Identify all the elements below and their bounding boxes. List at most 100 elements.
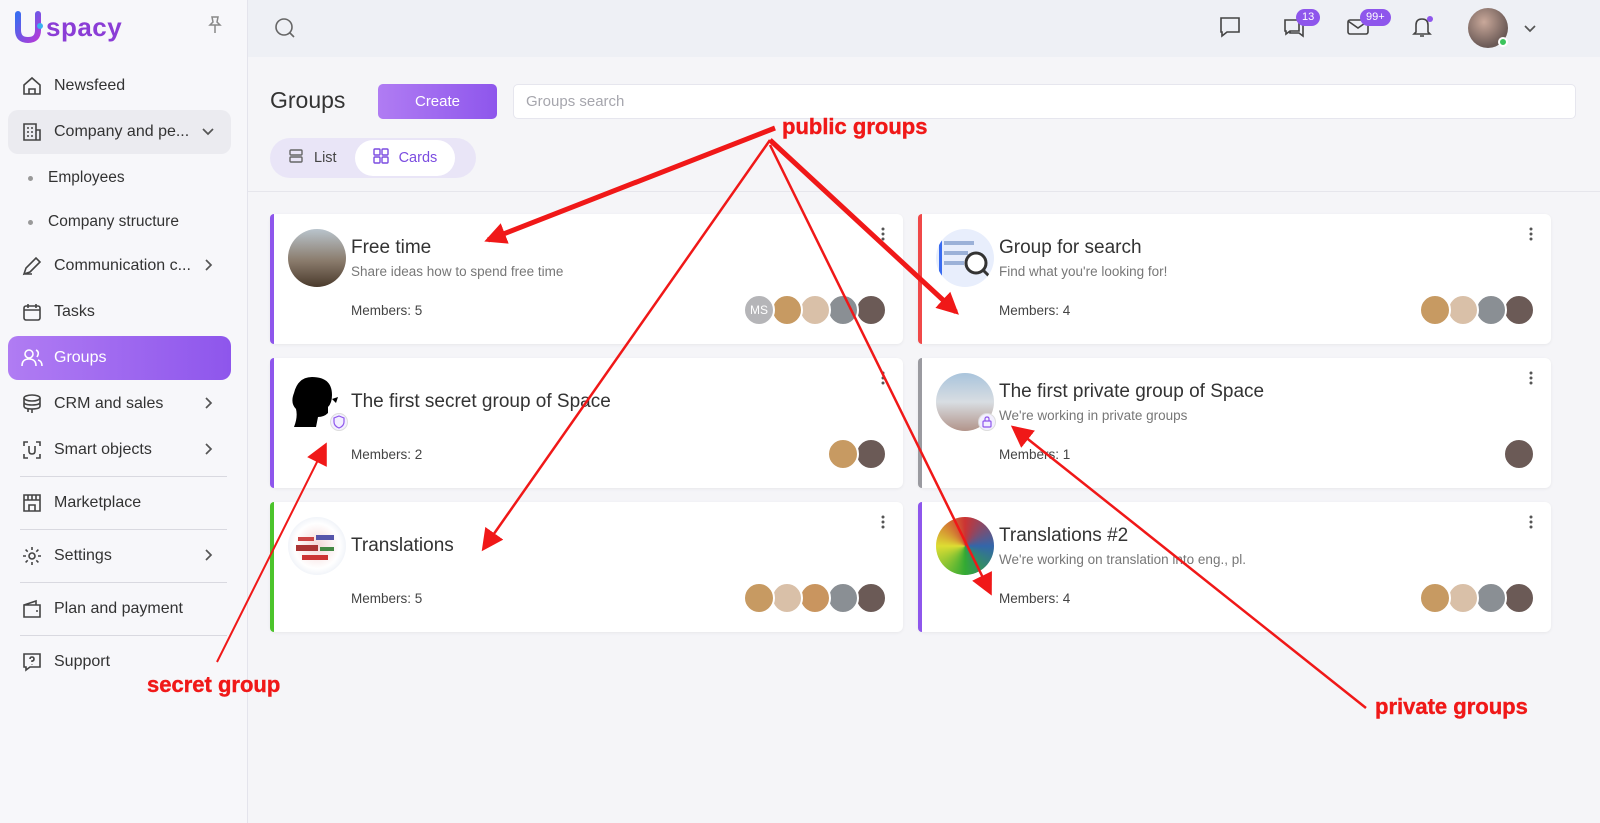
member-avatar[interactable] <box>1503 438 1535 470</box>
member-avatar[interactable] <box>771 294 803 326</box>
group-card-group-for-search[interactable]: Group for search Find what you're lookin… <box>918 214 1551 344</box>
more-icon[interactable] <box>1529 227 1533 241</box>
member-avatar[interactable] <box>855 438 887 470</box>
card-accent <box>270 358 274 488</box>
sidebar-item-label: Tasks <box>54 303 95 320</box>
member-avatar[interactable] <box>827 294 859 326</box>
user-avatar[interactable] <box>1468 8 1508 48</box>
member-avatar[interactable] <box>1447 582 1479 614</box>
member-avatar[interactable] <box>1475 294 1507 326</box>
group-description: Share ideas how to spend free time <box>351 264 564 279</box>
member-avatar[interactable]: MS <box>743 294 775 326</box>
group-card-private-group[interactable]: The first private group of Space We're w… <box>918 358 1551 488</box>
bell-icon[interactable] <box>1410 15 1436 41</box>
divider <box>20 635 227 636</box>
annotation-public-groups: public groups <box>782 114 928 139</box>
logo-text: spacy <box>46 11 123 42</box>
sidebar-item-crm[interactable]: CRM and sales <box>8 382 231 426</box>
pin-icon[interactable] <box>207 16 223 34</box>
card-accent <box>270 214 274 344</box>
sidebar-item-label: Plan and payment <box>54 600 183 617</box>
group-card-translations[interactable]: Translations Members: 5 <box>270 502 903 632</box>
mail-icon[interactable]: 99+ <box>1346 9 1391 41</box>
chat-icon[interactable] <box>1218 15 1244 41</box>
sidebar-item-marketplace[interactable]: Marketplace <box>8 481 231 525</box>
sidebar-item-communication[interactable]: Communication c... <box>8 244 231 288</box>
grid-icon <box>372 148 389 168</box>
card-accent <box>270 502 274 632</box>
group-avatar <box>936 517 994 575</box>
more-icon[interactable] <box>1529 371 1533 385</box>
group-card-free-time[interactable]: Free time Share ideas how to spend free … <box>270 214 903 344</box>
view-list-button[interactable]: List <box>270 140 355 176</box>
member-avatars <box>827 438 887 470</box>
bullet-dot <box>28 175 33 181</box>
group-name[interactable]: The first private group of Space <box>999 381 1264 403</box>
view-toggle: List Cards <box>270 138 476 178</box>
group-name[interactable]: Free time <box>351 237 431 259</box>
group-name[interactable]: Translations <box>351 535 454 557</box>
member-avatar[interactable] <box>855 294 887 326</box>
sidebar-item-label: Smart objects <box>54 441 152 458</box>
chevron-down-icon <box>201 124 215 138</box>
member-avatars <box>1419 582 1535 614</box>
member-avatar[interactable] <box>1503 294 1535 326</box>
chat-badge: 13 <box>1296 9 1321 26</box>
gear-icon <box>21 545 43 567</box>
logo[interactable]: spacy <box>14 10 122 44</box>
sidebar-item-newsfeed[interactable]: Newsfeed <box>8 64 231 108</box>
more-icon[interactable] <box>881 515 885 529</box>
member-avatar[interactable] <box>771 582 803 614</box>
sidebar-item-groups[interactable]: Groups <box>8 336 231 380</box>
group-name[interactable]: Translations #2 <box>999 525 1128 547</box>
member-avatar[interactable] <box>1447 294 1479 326</box>
chevron-right-icon <box>201 396 215 410</box>
sidebar-item-label: Groups <box>54 349 107 366</box>
group-name[interactable]: The first secret group of Space <box>351 391 611 413</box>
users-icon <box>21 347 43 369</box>
group-avatar <box>288 229 346 287</box>
member-avatar[interactable] <box>1503 582 1535 614</box>
search-icon[interactable] <box>274 17 296 39</box>
more-icon[interactable] <box>881 371 885 385</box>
group-description: We're working in private groups <box>999 408 1188 423</box>
sidebar-item-plan[interactable]: Plan and payment <box>8 587 231 631</box>
sidebar-item-company[interactable]: Company and pe... <box>8 110 231 154</box>
shield-icon <box>330 413 348 431</box>
conversations-icon[interactable]: 13 <box>1282 9 1321 41</box>
member-avatar[interactable] <box>1475 582 1507 614</box>
group-avatar <box>288 373 348 431</box>
member-avatar[interactable] <box>827 582 859 614</box>
group-name[interactable]: Group for search <box>999 237 1142 259</box>
member-avatar[interactable] <box>855 582 887 614</box>
members-count: Members: 5 <box>351 303 423 318</box>
group-card-translations-2[interactable]: Translations #2 We're working on transla… <box>918 502 1551 632</box>
sidebar-item-settings[interactable]: Settings <box>8 534 231 578</box>
groups-search-input[interactable] <box>513 84 1576 119</box>
member-avatar[interactable] <box>1419 294 1451 326</box>
more-icon[interactable] <box>881 227 885 241</box>
member-avatar[interactable] <box>743 582 775 614</box>
member-avatar[interactable] <box>799 582 831 614</box>
group-description: We're working on translation into eng., … <box>999 552 1246 567</box>
member-avatar[interactable] <box>1419 582 1451 614</box>
member-avatar[interactable] <box>827 438 859 470</box>
sidebar-item-label: Newsfeed <box>54 77 126 94</box>
sidebar-item-label: Communication c... <box>54 257 191 274</box>
sidebar-item-label: Company and pe... <box>54 123 190 140</box>
group-card-secret-group[interactable]: The first secret group of Space Members:… <box>270 358 903 488</box>
divider <box>20 476 227 477</box>
member-avatar[interactable] <box>799 294 831 326</box>
annotation-private-groups: private groups <box>1375 694 1528 719</box>
sidebar-subitem-employees[interactable]: Employees <box>8 156 231 200</box>
create-button[interactable]: Create <box>378 84 497 119</box>
sidebar-item-tasks[interactable]: Tasks <box>8 290 231 334</box>
chevron-down-icon[interactable] <box>1522 20 1538 36</box>
view-cards-button[interactable]: Cards <box>354 140 456 176</box>
more-icon[interactable] <box>1529 515 1533 529</box>
members-count: Members: 4 <box>999 303 1071 318</box>
sidebar-subitem-company-structure[interactable]: Company structure <box>8 200 231 244</box>
sidebar-nav: Newsfeed Company and pe... Employees Com… <box>8 64 231 686</box>
sidebar-item-smart-objects[interactable]: Smart objects <box>8 428 231 472</box>
store-icon <box>21 492 43 514</box>
